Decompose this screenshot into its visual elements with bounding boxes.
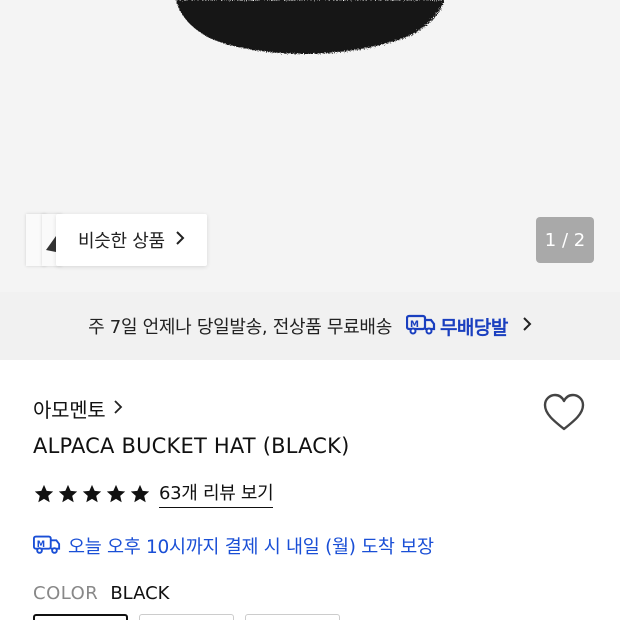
similar-products-button[interactable]: 비슷한 상품 — [22, 214, 207, 266]
color-label: COLOR — [33, 583, 99, 604]
color-option-swatch[interactable] — [245, 614, 340, 620]
similar-products-pill[interactable]: 비슷한 상품 — [56, 214, 207, 266]
star-icon — [34, 484, 54, 502]
chevron-right-icon — [522, 316, 532, 336]
star-icon — [82, 484, 102, 502]
color-option-swatch[interactable] — [139, 614, 234, 620]
delivery-guarantee: M 오늘 오후 10시까지 결제 시 내일 (월) 도착 보장 — [33, 533, 434, 559]
review-link[interactable]: 63개 리뷰 보기 — [159, 479, 274, 508]
star-icon — [58, 484, 78, 502]
image-counter: 1 / 2 — [536, 217, 594, 263]
shipping-banner[interactable]: 주 7일 언제나 당일발송, 전상품 무료배송 M 무배당발 — [0, 292, 620, 360]
delivery-truck-icon: M — [33, 533, 61, 559]
svg-text:M: M — [37, 539, 45, 549]
chevron-right-icon — [175, 230, 185, 250]
product-title: ALPACA BUCKET HAT (BLACK) — [33, 434, 350, 458]
wishlist-heart-icon[interactable] — [542, 393, 586, 437]
product-image-gallery[interactable]: 비슷한 상품 1 / 2 — [0, 0, 620, 292]
chevron-right-icon — [113, 399, 123, 419]
rating-row: 63개 리뷰 보기 — [33, 479, 274, 508]
star-icon — [106, 484, 126, 502]
color-value: BLACK — [110, 583, 170, 604]
delivery-truck-icon: M — [405, 313, 436, 339]
similar-products-label: 비슷한 상품 — [78, 231, 165, 252]
shipping-text: 주 7일 언제나 당일발송, 전상품 무료배송 — [88, 317, 392, 338]
free-shipping-badge: M 무배당발 — [405, 313, 508, 340]
free-shipping-label: 무배당발 — [439, 316, 508, 339]
rating-stars — [33, 483, 153, 505]
delivery-text: 오늘 오후 10시까지 결제 시 내일 (월) 도착 보장 — [68, 537, 434, 558]
brand-name: 아모멘토 — [33, 398, 106, 422]
brand-link[interactable]: 아모멘토 — [33, 394, 123, 423]
star-icon — [130, 484, 150, 502]
color-option-swatch[interactable] — [33, 614, 128, 620]
color-selector: COLOR BLACK — [33, 583, 169, 604]
